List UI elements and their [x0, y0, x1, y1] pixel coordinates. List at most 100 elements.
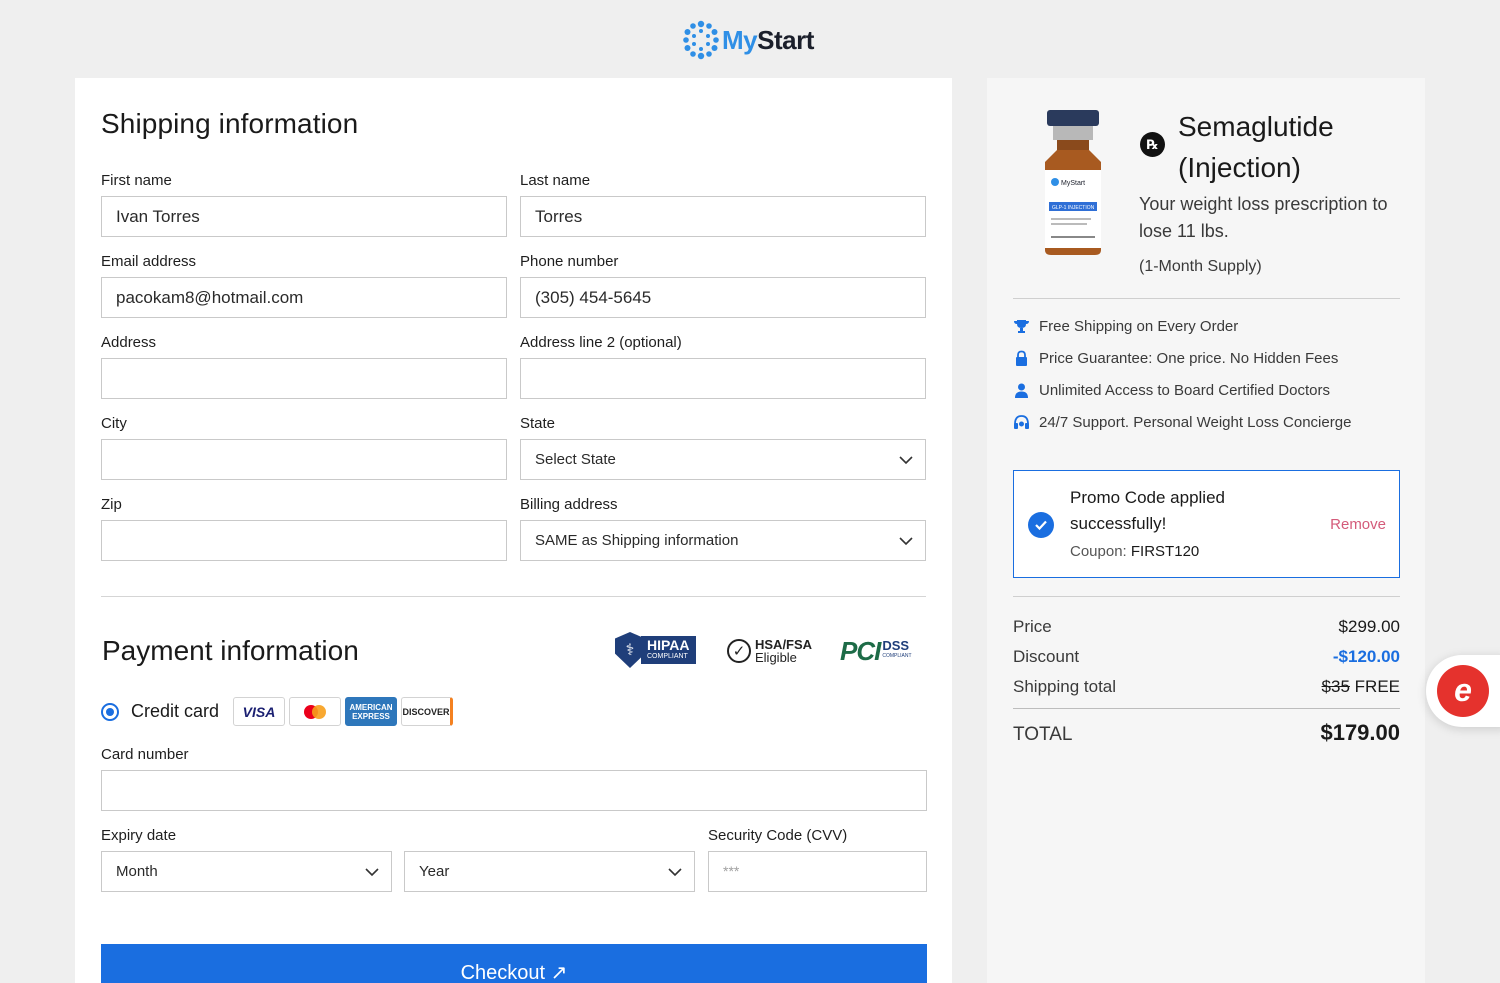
expiry-label: Expiry date: [101, 827, 177, 844]
address2-label: Address line 2 (optional): [520, 334, 682, 351]
chevron-down-icon: [365, 868, 379, 877]
email-label: Email address: [101, 253, 197, 270]
year-value: Year: [419, 863, 450, 880]
card-number-input[interactable]: [101, 770, 927, 811]
mastercard-icon: [289, 697, 341, 726]
billing-select[interactable]: SAME as Shipping information: [520, 520, 926, 561]
logo-word-my: My: [722, 24, 758, 55]
feature-text: Price Guarantee: One price. No Hidden Fe…: [1039, 350, 1339, 367]
hipaa-text: HIPAA: [647, 637, 690, 653]
price-row: Price $299.00: [1013, 617, 1400, 637]
dss-subtext: COMPLIANT: [882, 653, 912, 659]
product-description: Your weight loss prescription to lose 11…: [1139, 194, 1388, 241]
shipping-total-label: Shipping total: [1013, 677, 1117, 696]
month-value: Month: [116, 863, 158, 880]
hsa-fsa-badge: ✓ HSA/FSA Eligible: [727, 636, 812, 666]
total-value: $179.00: [1320, 720, 1400, 745]
logo-mark-icon: [680, 20, 722, 60]
cvv-input[interactable]: ***: [708, 851, 927, 892]
feature-support: 24/7 Support. Personal Weight Loss Conci…: [1013, 414, 1351, 431]
product-supply: (1-Month Supply): [1139, 258, 1262, 275]
discount-value: -$120.00: [1332, 647, 1400, 666]
price-label: Price: [1013, 617, 1052, 636]
address-label: Address: [101, 334, 157, 351]
feature-price-guarantee: Price Guarantee: One price. No Hidden Fe…: [1013, 350, 1338, 367]
chat-icon: e: [1437, 665, 1489, 717]
chevron-down-icon: [668, 868, 682, 877]
zip-label: Zip: [101, 496, 122, 513]
medication-vial-image: MyStart GLP-1 INJECTION: [1045, 110, 1101, 255]
email-input[interactable]: pacokam8@hotmail.com: [101, 277, 507, 318]
summary-divider: [1013, 596, 1400, 597]
logo-word-start: Start: [757, 24, 814, 55]
amex-icon: AMERICAN EXPRESS: [345, 697, 397, 726]
product-title: Semaglutide (Injection): [1178, 111, 1334, 183]
cvv-label: Security Code (CVV): [708, 827, 848, 844]
coupon-code: FIRST120: [1130, 543, 1200, 560]
vial-brand-text: MyStart: [1061, 180, 1085, 187]
state-select[interactable]: Select State: [520, 439, 926, 480]
phone-input[interactable]: (305) 454-5645: [520, 277, 926, 318]
promo-message: Promo Code applied successfully!: [1070, 488, 1225, 533]
feature-text: Unlimited Access to Board Certified Doct…: [1039, 382, 1330, 399]
price-value: $299.00: [1338, 617, 1400, 636]
eligible-text: Eligible: [755, 650, 797, 665]
discount-label: Discount: [1013, 647, 1080, 666]
payment-title: Payment information: [102, 635, 359, 666]
total-row: TOTAL $179.00: [1013, 720, 1400, 746]
amex-line1: AMERICAN: [349, 702, 393, 712]
billing-select-value: SAME as Shipping information: [535, 532, 739, 549]
remove-promo-link[interactable]: Remove: [1330, 516, 1386, 533]
feature-text: 24/7 Support. Personal Weight Loss Conci…: [1039, 414, 1352, 431]
expiry-month-select[interactable]: Month: [101, 851, 392, 892]
city-label: City: [101, 415, 127, 432]
total-label: TOTAL: [1013, 724, 1073, 745]
pci-text: PCI: [840, 635, 881, 666]
credit-card-label[interactable]: Credit card: [131, 701, 219, 722]
coupon-line: Coupon: FIRST120: [1070, 543, 1199, 560]
doctor-icon: [1013, 382, 1030, 399]
order-summary-panel: MyStart GLP-1 INJECTION ℞ Semaglutide (I…: [987, 78, 1425, 983]
hipaa-subtext: COMPLIANT: [647, 653, 688, 660]
last-name-input[interactable]: Torres: [520, 196, 926, 237]
feature-free-shipping: Free Shipping on Every Order: [1013, 318, 1238, 335]
rx-icon: ℞: [1140, 132, 1165, 157]
check-circle-icon: ✓: [727, 639, 751, 663]
billing-label: Billing address: [520, 496, 618, 513]
checkout-button[interactable]: Checkout ↗: [101, 944, 927, 983]
brand-logo[interactable]: MyStart: [680, 18, 814, 62]
discover-icon: DISCOVER: [401, 697, 453, 726]
shipping-title: Shipping information: [101, 108, 359, 139]
zip-input[interactable]: [101, 520, 507, 561]
first-name-label: First name: [101, 172, 172, 189]
card-number-label: Card number: [101, 746, 189, 763]
state-label: State: [520, 415, 556, 432]
first-name-input[interactable]: Ivan Torres: [101, 196, 507, 237]
vial-label-text: GLP-1 INJECTION: [1052, 205, 1095, 211]
credit-card-radio[interactable]: [101, 703, 119, 721]
summary-divider: [1013, 298, 1400, 299]
shipping-total-row: Shipping total $35 FREE: [1013, 677, 1400, 697]
trophy-icon: [1013, 318, 1030, 335]
logo-wordmark: MyStart: [722, 25, 814, 56]
address-input[interactable]: [101, 358, 507, 399]
chevron-down-icon: [899, 456, 913, 465]
address2-input[interactable]: [520, 358, 926, 399]
expiry-year-select[interactable]: Year: [404, 851, 695, 892]
phone-label: Phone number: [520, 253, 619, 270]
shipping-new-price: FREE: [1354, 677, 1400, 696]
discount-row: Discount -$120.00: [1013, 647, 1400, 667]
state-select-value: Select State: [535, 451, 616, 468]
chat-widget-button[interactable]: e: [1426, 655, 1500, 727]
feature-text: Free Shipping on Every Order: [1039, 318, 1239, 335]
support-icon: [1013, 414, 1030, 431]
shipping-old-price: $35: [1321, 677, 1350, 696]
check-circle-icon: [1028, 512, 1054, 538]
last-name-label: Last name: [520, 172, 591, 189]
visa-icon: VISA: [233, 697, 285, 726]
amex-line2: EXPRESS: [352, 711, 390, 721]
city-input[interactable]: [101, 439, 507, 480]
coupon-label: Coupon:: [1070, 543, 1127, 560]
total-divider: [1013, 708, 1400, 709]
hipaa-badge: ⚕ HIPAA COMPLIANT: [615, 632, 703, 668]
